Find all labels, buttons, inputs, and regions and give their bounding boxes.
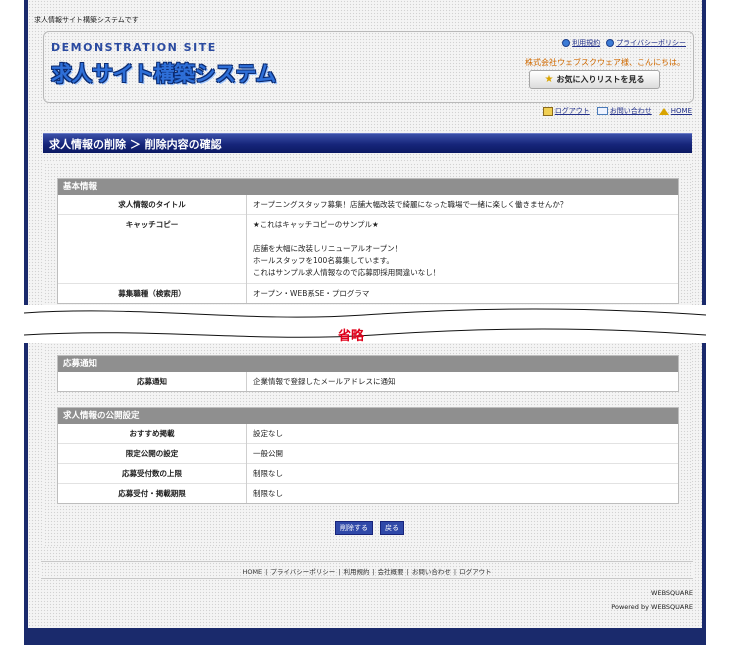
basic-info-section: 基本情報 求人情報のタイトル オープニングスタッフ募集！店舗大幅改装で綺麗になっ…	[57, 178, 679, 304]
row-value: 制限なし	[246, 463, 678, 484]
action-buttons: 削除する 戻る	[335, 521, 404, 535]
row-value: 一般公開	[246, 443, 678, 464]
table-row: 求人情報のタイトル オープニングスタッフ募集！店舗大幅改装で綺麗になった職場で一…	[58, 195, 678, 215]
row-label: 求人情報のタイトル	[58, 195, 247, 215]
back-button[interactable]: 戻る	[380, 521, 404, 535]
mail-icon	[596, 107, 608, 115]
table-row: 応募受付・掲載期限 制限なし	[58, 483, 678, 503]
table-row: 応募通知 企業情報で登録したメールアドレスに通知	[58, 372, 678, 391]
row-value: オープン・WEB系SE・プログラマ	[246, 283, 678, 303]
row-label: 募集職種（検索用）	[58, 283, 247, 303]
omission-band	[23, 305, 707, 343]
greeting-text: 株式会社ウェブスクウェア様、こんにちは。	[525, 58, 685, 67]
privacy-link[interactable]: プライバシーポリシー	[606, 38, 686, 48]
contact-link[interactable]: お問い合わせ	[596, 106, 652, 116]
footer-logout-link[interactable]: ログアウト	[459, 568, 492, 576]
row-label: おすすめ掲載	[58, 424, 247, 444]
row-label: 応募受付・掲載期限	[58, 483, 247, 503]
row-label: キャッチコピー	[58, 214, 247, 284]
row-value: 制限なし	[246, 483, 678, 503]
publish-settings-section: 求人情報の公開設定 おすすめ掲載 設定なし 限定公開の設定 一般公開 応募受付数…	[57, 407, 679, 504]
row-value: 設定なし	[253, 429, 283, 438]
footer-company-link[interactable]: 会社概要	[378, 568, 404, 576]
bullet-icon	[606, 39, 615, 47]
top-note: 求人情報サイト構築システムです	[34, 16, 139, 24]
section-heading: 応募通知	[58, 356, 678, 372]
footer-home-link[interactable]: HOME	[242, 568, 262, 576]
table-row: キャッチコピー ★これはキャッチコピーのサンプル★ 店舗を大幅に改装しリニューア…	[58, 214, 678, 284]
delete-button[interactable]: 削除する	[335, 521, 373, 535]
home-icon	[658, 107, 669, 115]
footer-terms-link[interactable]: 利用規約	[343, 568, 369, 576]
favorites-button[interactable]: ★ お気に入りリストを見る	[529, 70, 660, 89]
row-value: 企業情報で登録したメールアドレスに通知	[253, 377, 396, 386]
row-label: 応募通知	[58, 372, 247, 391]
wave-divider	[23, 308, 707, 338]
page-title: 求人情報の削除 ＞ 削除内容の確認	[43, 133, 692, 153]
table-row: おすすめ掲載 設定なし	[58, 424, 678, 444]
footer-links: HOME | プライバシーポリシー | 利用規約 | 会社概要 | お問い合わせ | ログアウト	[242, 568, 492, 576]
home-link[interactable]: HOME	[658, 106, 692, 116]
demo-label: DEMONSTRATION SITE	[51, 41, 217, 54]
table-row: 限定公開の設定 一般公開	[58, 443, 678, 464]
terms-link[interactable]: 利用規約	[562, 38, 600, 48]
powered-by: Powered by WEBSQUARE	[611, 603, 693, 611]
sub-navigation: ログアウト お問い合わせ HOME	[542, 106, 692, 116]
row-label: 応募受付数の上限	[58, 463, 247, 484]
company-name: WEBSQUARE	[651, 589, 693, 597]
header-links: 利用規約 プライバシーポリシー	[562, 38, 686, 48]
table-row: 募集職種（検索用） オープン・WEB系SE・プログラマ	[58, 283, 678, 303]
table-row: 応募受付数の上限 制限なし	[58, 463, 678, 484]
lock-icon	[542, 106, 553, 116]
footer-privacy-link[interactable]: プライバシーポリシー	[270, 568, 335, 576]
footer-contact-link[interactable]: お問い合わせ	[412, 568, 451, 576]
apply-notice-section: 応募通知 応募通知 企業情報で登録したメールアドレスに通知	[57, 355, 679, 392]
omitted-label: 省略	[338, 329, 365, 344]
star-icon: ★	[544, 74, 554, 85]
bullet-icon	[562, 39, 571, 47]
logout-link[interactable]: ログアウト	[542, 106, 590, 116]
apply-notice-table: 応募通知 企業情報で登録したメールアドレスに通知	[58, 372, 678, 391]
basic-info-table: 求人情報のタイトル オープニングスタッフ募集！店舗大幅改装で綺麗になった職場で一…	[58, 195, 678, 303]
section-heading: 求人情報の公開設定	[58, 408, 678, 424]
row-value: ★これはキャッチコピーのサンプル★ 店舗を大幅に改装しリニューアルオープン！ ホ…	[246, 214, 678, 284]
section-heading: 基本情報	[58, 179, 678, 195]
row-label: 限定公開の設定	[58, 443, 247, 464]
row-value: オープニングスタッフ募集！店舗大幅改装で綺麗になった職場で一緒に楽しく働きません…	[253, 200, 568, 209]
site-logo[interactable]: 求人サイト構築システム	[51, 58, 276, 88]
publish-settings-table: おすすめ掲載 設定なし 限定公開の設定 一般公開 応募受付数の上限 制限なし 応…	[58, 424, 678, 503]
